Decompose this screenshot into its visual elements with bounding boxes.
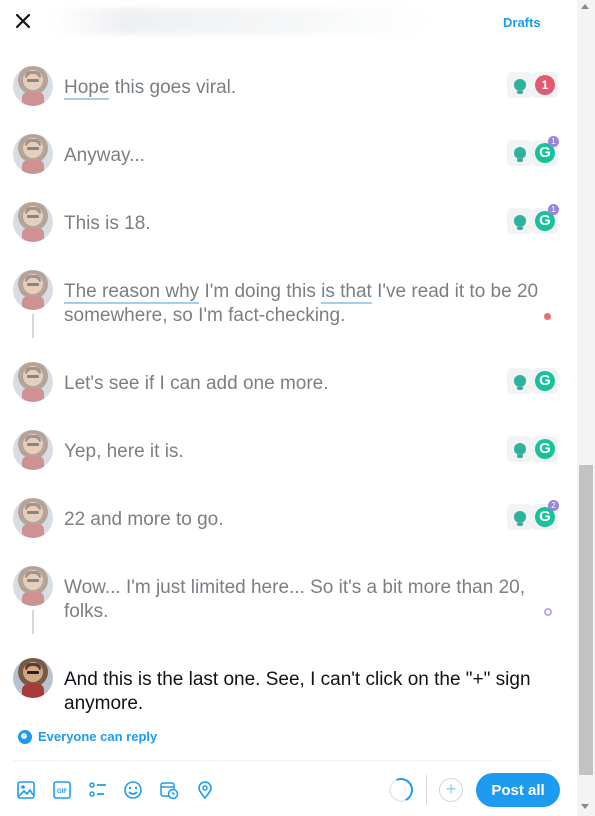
reply-setting-label: Everyone can reply [38,729,158,744]
grammarly-badges[interactable]: G1 [507,136,559,166]
grammarly-icon[interactable]: G [532,436,558,462]
avatar [13,498,53,538]
lightbulb-icon[interactable] [507,368,533,394]
grammarly-badges[interactable]: G2 [507,500,559,530]
lightbulb-icon[interactable] [507,504,533,530]
grammarly-badges[interactable]: G1 [507,204,559,234]
emoji-icon[interactable] [122,779,144,801]
tweet-text-rest: I'm doing this [199,281,322,302]
lightbulb-icon[interactable] [507,208,533,234]
grammarly-icon[interactable]: G1 [532,136,559,166]
toolbar-separator [426,775,427,805]
toolbar-divider [13,760,552,761]
post-all-button[interactable]: Post all [476,773,560,807]
reply-setting-button[interactable]: Everyone can reply [18,729,157,744]
character-count-progress [385,774,417,806]
lightbulb-icon[interactable] [507,436,533,462]
tweet-text-input[interactable]: And this is the last one. See, I can't c… [64,668,559,716]
grammarly-count: 1 [548,204,559,215]
underlined-phrase[interactable]: Hope [64,77,110,100]
tweet-text[interactable]: Anyway... [64,144,559,168]
avatar [13,270,53,310]
lightbulb-icon[interactable] [507,140,533,166]
close-icon[interactable] [12,10,34,32]
grammarly-count: 1 [548,136,559,147]
avatar [13,202,53,242]
compose-header: Drafts [0,0,577,46]
tweet-text[interactable]: Let's see if I can add one more. [64,372,559,396]
tweet-text[interactable]: Yep, here it is. [64,440,559,464]
grammarly-badges[interactable]: 1 [507,72,558,98]
thread-connector [32,610,34,634]
tweet-text[interactable]: 22 and more to go. [64,508,559,532]
gif-icon[interactable]: GIF [51,779,73,801]
drafts-button[interactable]: Drafts [503,15,541,30]
tweet-text[interactable]: Hope this goes viral. [64,76,559,100]
avatar [13,658,53,698]
scroll-down-arrow-icon[interactable] [581,804,589,809]
globe-icon [18,729,32,744]
tweet-text[interactable]: This is 18. [64,212,559,236]
schedule-icon[interactable] [158,779,180,801]
grammarly-icon[interactable]: G2 [532,500,559,530]
grammarly-error-dot[interactable] [544,313,551,320]
avatar [13,134,53,174]
underlined-phrase[interactable]: The reason why [64,281,200,304]
grammarly-icon[interactable]: G [532,368,558,394]
grammarly-suggestion-dot[interactable] [544,608,552,616]
thread-connector [32,314,34,338]
grammarly-badges[interactable]: G [507,436,558,462]
add-tweet-button[interactable]: + [439,778,463,802]
scroll-up-arrow-icon[interactable] [581,4,589,9]
tweet-text[interactable]: The reason why I'm doing this is that I'… [64,280,559,328]
underlined-phrase[interactable]: is that [321,281,372,304]
media-icon[interactable] [15,779,37,801]
blurred-header-area [50,8,430,34]
lightbulb-icon[interactable] [507,72,533,98]
svg-text:GIF: GIF [57,789,67,795]
scrollbar-thumb[interactable] [579,465,593,775]
avatar [13,66,53,106]
tweet-text[interactable]: Wow... I'm just limited here... So it's … [64,576,559,624]
grammarly-badges[interactable]: G [507,368,558,394]
grammarly-count: 1 [535,75,555,95]
grammarly-error-badge[interactable]: 1 [532,72,558,98]
avatar [13,362,53,402]
avatar [13,430,53,470]
avatar [13,566,53,606]
grammarly-icon[interactable]: G1 [532,204,559,234]
location-icon[interactable] [194,779,216,801]
tweet-text-rest: this goes viral. [109,77,237,98]
grammarly-count: 2 [548,500,559,511]
poll-icon[interactable] [87,779,109,801]
